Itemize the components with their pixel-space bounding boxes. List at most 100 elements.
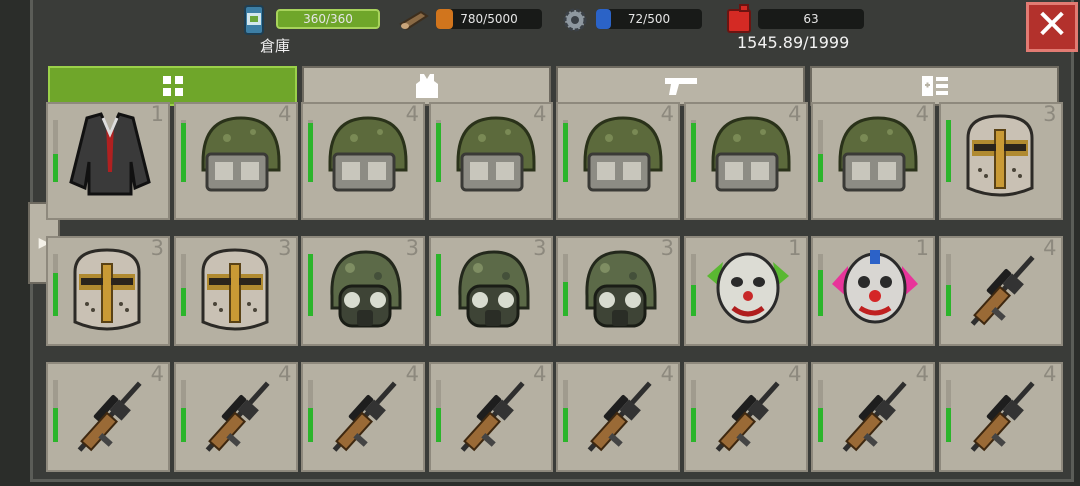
inventory-slot[interactable]: 1 — [683, 236, 808, 346]
wood-bar: 780/5000 — [436, 9, 542, 29]
item-count: 3 — [278, 236, 292, 260]
durability-bar — [53, 380, 58, 442]
item-count: 4 — [278, 362, 292, 386]
item-count: 4 — [915, 102, 929, 126]
tab-armor[interactable] — [302, 66, 551, 106]
list-icon — [921, 76, 948, 96]
inventory-slot[interactable]: 4 — [173, 362, 298, 472]
item-count: 3 — [1043, 102, 1057, 126]
item-count: 4 — [405, 102, 419, 126]
durability-bar — [563, 120, 568, 182]
item-count: 4 — [1043, 236, 1057, 260]
close-icon: ✕ — [1035, 2, 1069, 48]
durability-fill — [690, 285, 696, 316]
inventory-slot[interactable]: 3 — [46, 236, 170, 346]
durability-fill — [435, 254, 441, 316]
durability-bar — [563, 254, 568, 316]
inventory-slot[interactable]: 3 — [301, 236, 425, 346]
fuel-value: 63 — [803, 12, 819, 26]
inventory-slot[interactable]: 4 — [556, 362, 680, 472]
durability-bar — [690, 380, 696, 442]
item-count: 4 — [660, 362, 674, 386]
durability-fill — [690, 123, 696, 182]
durability-bar — [435, 120, 441, 182]
storage-capacity: 1545.89/1999 — [737, 33, 850, 52]
durability-bar — [180, 380, 186, 442]
durability-bar — [308, 120, 313, 182]
inventory-slot[interactable]: 4 — [301, 362, 425, 472]
inventory-slot[interactable]: 4 — [811, 102, 935, 220]
wood-bar-fill — [436, 9, 453, 29]
item-count: 1 — [915, 236, 929, 260]
inventory-slot[interactable]: 4 — [938, 362, 1063, 472]
durability-bar — [563, 380, 568, 442]
inventory-slot[interactable]: 4 — [938, 236, 1063, 346]
item-count: 3 — [533, 236, 547, 260]
inventory-slot[interactable]: 4 — [811, 362, 935, 472]
grid-icon — [162, 76, 183, 96]
tab-all-items[interactable] — [48, 66, 297, 106]
durability-fill — [563, 281, 568, 316]
item-count: 1 — [150, 102, 164, 126]
durability-fill — [180, 288, 186, 316]
inventory-slot[interactable]: 4 — [683, 102, 808, 220]
durability-fill — [945, 407, 951, 442]
food-bar: 360/360 — [276, 9, 380, 29]
durability-bar — [945, 380, 951, 442]
durability-fill — [435, 123, 441, 182]
inventory-slot[interactable]: 4 — [46, 362, 170, 472]
gear-icon — [562, 7, 588, 37]
durability-fill — [308, 407, 313, 442]
inventory-slot[interactable]: 4 — [301, 102, 425, 220]
durability-bar — [945, 120, 951, 182]
durability-bar — [53, 254, 58, 316]
inventory-slot[interactable]: 1 — [811, 236, 935, 346]
inventory-slot[interactable]: 1 — [46, 102, 170, 220]
inventory-slot[interactable]: 4 — [173, 102, 298, 220]
durability-fill — [690, 407, 696, 442]
item-count: 4 — [533, 102, 547, 126]
item-count: 4 — [405, 362, 419, 386]
durability-fill — [308, 123, 313, 182]
item-count: 4 — [660, 102, 674, 126]
durability-fill — [818, 407, 823, 442]
inventory-slot[interactable]: 4 — [428, 362, 553, 472]
wood-log-icon — [399, 8, 429, 36]
item-count: 3 — [150, 236, 164, 260]
durability-fill — [53, 272, 58, 316]
durability-bar — [435, 254, 441, 316]
vest-icon — [415, 74, 438, 98]
food-value: 360/360 — [303, 12, 353, 26]
inventory-slot[interactable]: 4 — [428, 102, 553, 220]
inventory-slot[interactable]: 3 — [938, 102, 1063, 220]
durability-fill — [563, 407, 568, 442]
iron-bar: 72/500 — [596, 9, 702, 29]
durability-bar — [818, 120, 823, 182]
item-count: 4 — [788, 362, 802, 386]
durability-fill — [180, 123, 186, 182]
resource-bar: 360/360 倉庫 780/5000 72/500 63 1545.89/19… — [0, 0, 1080, 58]
fuel-bar: 63 — [758, 9, 864, 29]
durability-fill — [53, 154, 58, 182]
tab-weapons[interactable] — [556, 66, 805, 106]
item-count: 4 — [788, 102, 802, 126]
durability-bar — [690, 254, 696, 316]
item-count: 1 — [788, 236, 802, 260]
inventory-slot[interactable]: 3 — [428, 236, 553, 346]
inventory-slot[interactable]: 3 — [173, 236, 298, 346]
durability-bar — [818, 380, 823, 442]
wood-value: 780/5000 — [460, 12, 518, 26]
item-count: 4 — [915, 362, 929, 386]
close-button[interactable]: ✕ — [1026, 2, 1078, 52]
durability-fill — [308, 254, 313, 316]
durability-fill — [945, 285, 951, 316]
pistol-icon — [664, 78, 697, 95]
inventory-slot[interactable]: 4 — [556, 102, 680, 220]
durability-fill — [818, 154, 823, 182]
inventory-slot[interactable]: 3 — [556, 236, 680, 346]
durability-bar — [180, 120, 186, 182]
durability-fill — [435, 407, 441, 442]
inventory-slot[interactable]: 4 — [683, 362, 808, 472]
durability-bar — [308, 254, 313, 316]
tab-consumables[interactable] — [810, 66, 1059, 106]
